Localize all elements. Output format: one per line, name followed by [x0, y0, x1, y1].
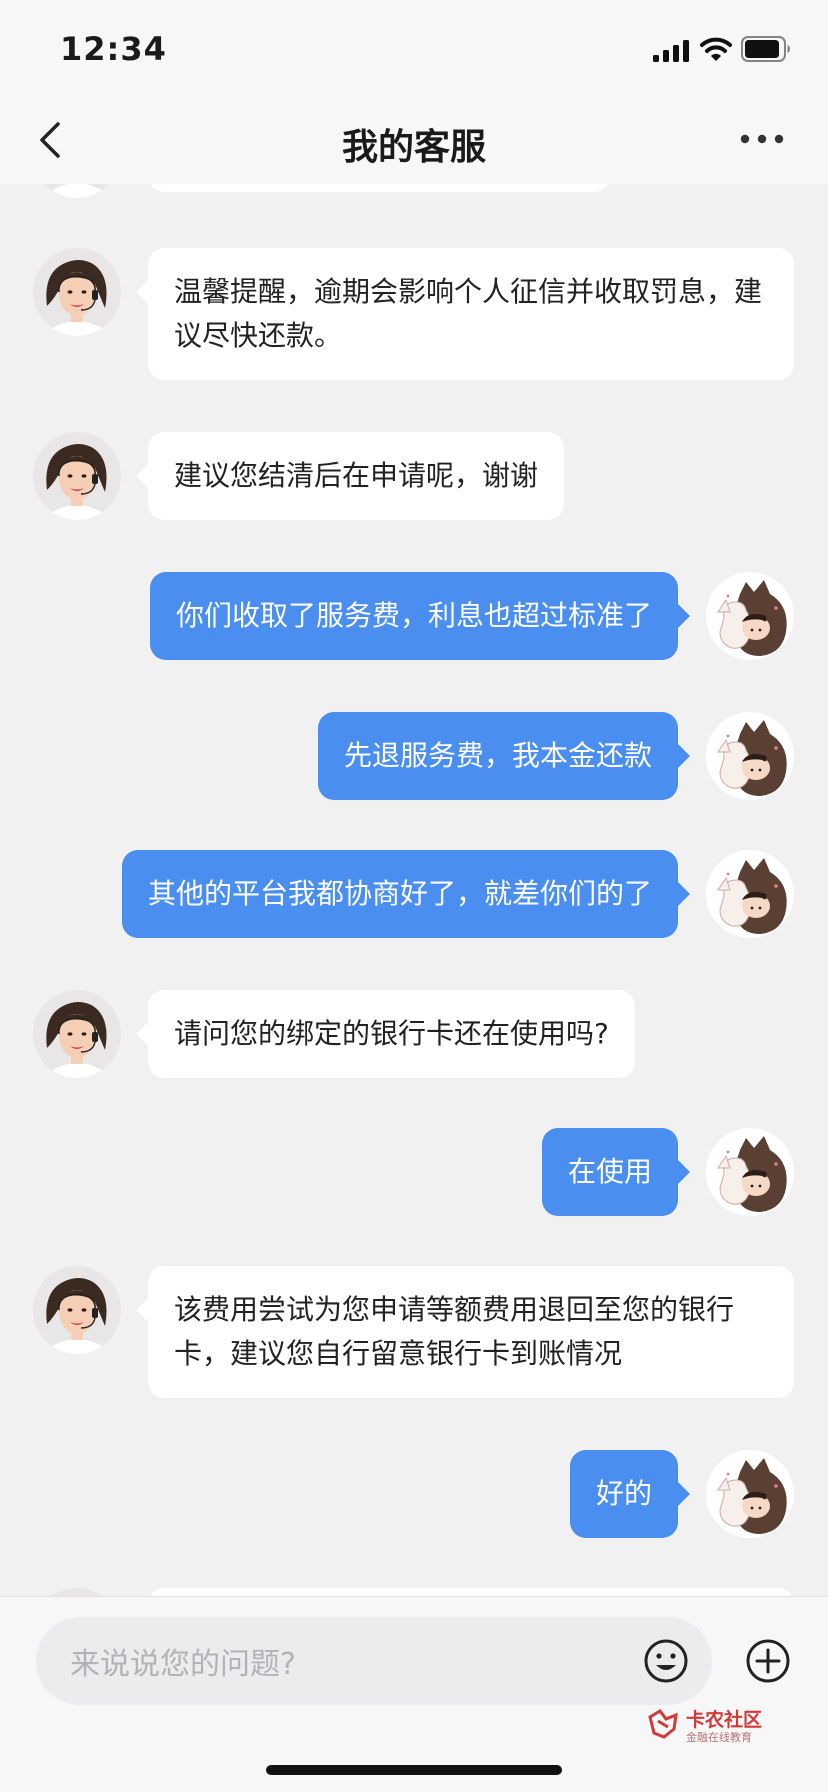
status-time: 12:34: [60, 30, 167, 68]
user-avatar[interactable]: [706, 850, 794, 938]
watermark-tagline: 金融在线教育: [686, 1731, 752, 1744]
message-bubble-user: 好的: [569, 1450, 691, 1538]
message-text: 温馨提醒，逾期会影响个人征信并收取罚息，建议尽快还款。: [174, 275, 763, 352]
agent-avatar[interactable]: [33, 184, 121, 198]
message-text: 好的: [595, 1477, 652, 1510]
agent-avatar[interactable]: [33, 1588, 121, 1596]
plus-circle-icon[interactable]: [744, 1637, 792, 1685]
agent-avatar[interactable]: [33, 990, 121, 1078]
message-text: 你们收取了服务费，利息也超过标准了: [175, 599, 652, 632]
agent-avatar[interactable]: [33, 432, 121, 520]
message-bubble-user: 先退服务费，我本金还款: [317, 712, 691, 800]
user-avatar[interactable]: [706, 1450, 794, 1538]
battery-icon: [741, 36, 790, 62]
message-input[interactable]: 来说说您的问题?: [36, 1617, 712, 1705]
more-dots-icon[interactable]: [738, 124, 786, 154]
message-bubble-agent: 建议您结清后在申请呢，谢谢: [135, 432, 565, 520]
user-avatar[interactable]: [706, 1128, 794, 1216]
chat-message-list[interactable]: 温馨提醒，逾期会影响个人征信并收取罚息，建议尽快还款。 建议您结清后在申请呢，谢…: [0, 184, 828, 1596]
message-input-bar: 来说说您的问题? 卡农社区 金融在线教育: [0, 1596, 828, 1792]
message-bubble-user: 在使用: [541, 1128, 691, 1216]
smiley-icon[interactable]: [642, 1637, 690, 1685]
status-bar: 12:34: [0, 0, 828, 94]
message-text: 先退服务费，我本金还款: [343, 739, 652, 772]
message-bubble-agent: 该费用尝试为您申请等额费用退回至您的银行卡，建议您自行留意银行卡到账情况: [136, 1266, 794, 1398]
wifi-icon: [700, 37, 732, 61]
message-text: 建议您结清后在申请呢，谢谢: [174, 459, 539, 492]
input-placeholder: 来说说您的问题?: [70, 1647, 296, 1682]
message-bubble-agent: [148, 184, 610, 192]
message-text: 该费用尝试为您申请等额费用退回至您的银行卡，建议您自行留意银行卡到账情况: [174, 1293, 735, 1370]
message-row-agent: [0, 184, 828, 210]
user-avatar[interactable]: [706, 572, 794, 660]
message-bubble-user: 其他的平台我都协商好了，就差你们的了: [121, 850, 691, 938]
home-indicator[interactable]: [266, 1765, 562, 1775]
message-text: 请问您的绑定的银行卡还在使用吗?: [174, 1017, 609, 1050]
watermark-logo-icon: [648, 1709, 678, 1739]
message-text: 在使用: [567, 1155, 652, 1188]
agent-avatar[interactable]: [33, 1266, 121, 1354]
watermark-brand: 卡农社区: [686, 1709, 763, 1731]
cellular-signal-icon: [653, 40, 689, 62]
page-title: 我的客服: [341, 127, 486, 168]
user-avatar[interactable]: [706, 712, 794, 800]
agent-avatar[interactable]: [33, 248, 121, 336]
watermark: 卡农社区 金融在线教育: [646, 1705, 766, 1745]
message-bubble-agent: 请问您的绑定的银行卡还在使用吗?: [136, 990, 635, 1078]
message-bubble-user: 你们收取了服务费，利息也超过标准了: [149, 572, 691, 660]
message-text: 其他的平台我都协商好了，就差你们的了: [147, 877, 652, 910]
message-bubble-agent: 温馨提醒，逾期会影响个人征信并收取罚息，建议尽快还款。: [136, 248, 794, 380]
navigation-bar: 我的客服: [0, 94, 828, 184]
message-bubble-agent: [148, 1588, 794, 1596]
